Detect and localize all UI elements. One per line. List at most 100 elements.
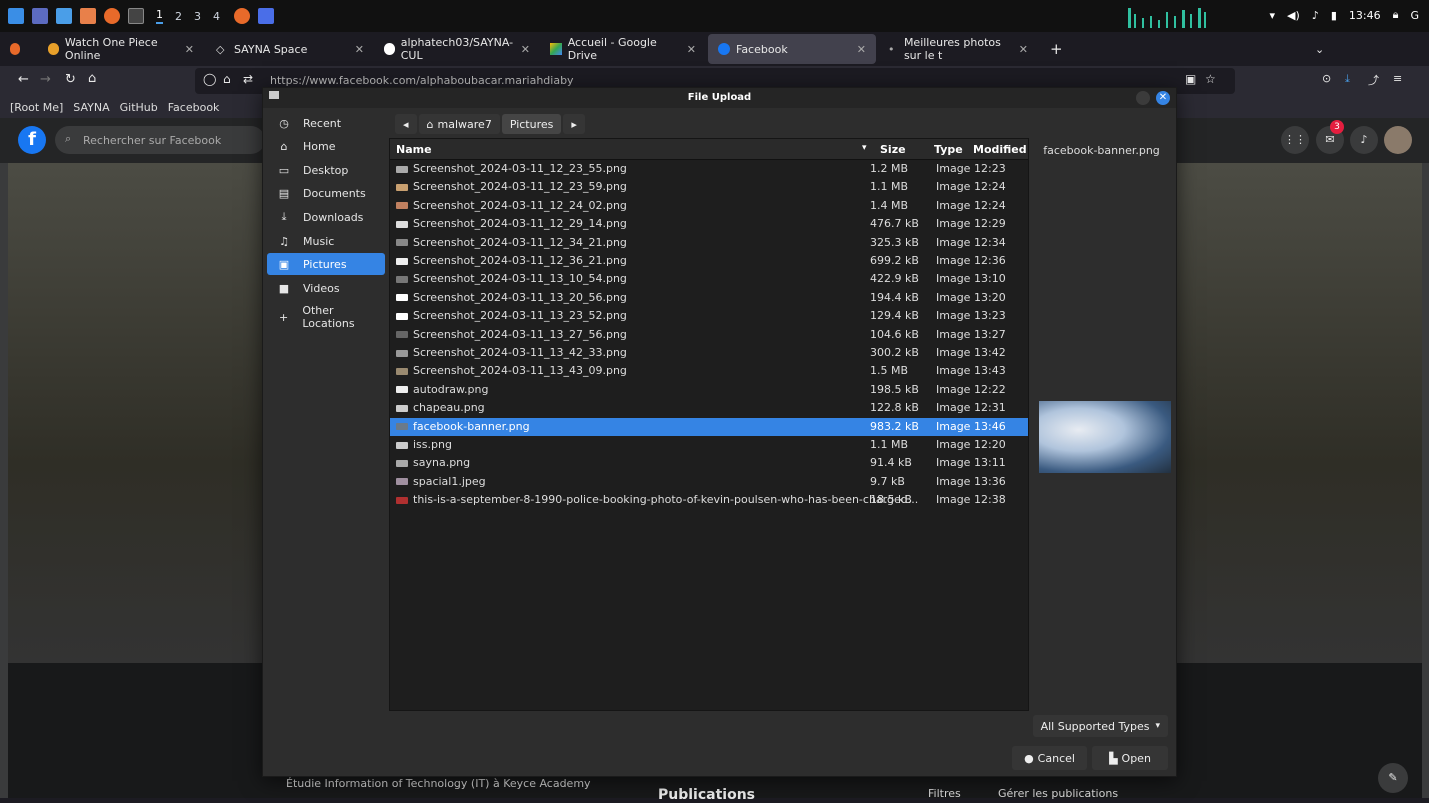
- task-icon[interactable]: [258, 8, 274, 24]
- close-tab-icon[interactable]: ✕: [521, 43, 530, 56]
- file-row[interactable]: Screenshot_2024-03-11_12_24_02.png 1.4 MB…: [390, 197, 1028, 215]
- file-row[interactable]: iss.png 1.1 MB Image 12:20: [390, 436, 1028, 454]
- bookmark-star-icon[interactable]: ☆: [1205, 72, 1216, 86]
- tab-best-photos[interactable]: • Meilleures photos sur le t ✕: [878, 34, 1038, 64]
- close-tab-icon[interactable]: ✕: [1019, 43, 1028, 56]
- url-text[interactable]: https://www.facebook.com/alphaboubacar.m…: [270, 74, 574, 87]
- volume-icon[interactable]: ◀): [1287, 9, 1300, 22]
- path-segment-pictures[interactable]: Pictures: [501, 114, 562, 134]
- file-row[interactable]: Screenshot_2024-03-11_13_27_56.png 104.6 …: [390, 326, 1028, 344]
- close-tab-icon[interactable]: ✕: [857, 43, 866, 56]
- firefox-icon[interactable]: [104, 8, 120, 24]
- file-row[interactable]: Screenshot_2024-03-11_13_10_54.png 422.9 …: [390, 270, 1028, 288]
- file-row[interactable]: spacial1.jpeg 9.7 kB Image 13:36: [390, 473, 1028, 491]
- notification-bell-icon[interactable]: ♪: [1312, 9, 1319, 22]
- back-icon[interactable]: ←: [18, 72, 29, 87]
- tab-one-piece[interactable]: Watch One Piece Online ✕: [38, 34, 204, 64]
- place-desktop[interactable]: ▭ Desktop: [267, 159, 385, 181]
- files-icon[interactable]: [56, 8, 72, 24]
- menu-icon[interactable]: ≡: [1393, 72, 1402, 85]
- place-recent[interactable]: ◷ Recent: [267, 112, 385, 134]
- file-row[interactable]: facebook-banner.png 983.2 kB Image 13:46: [390, 417, 1028, 436]
- window-icon[interactable]: [32, 8, 48, 24]
- notifications-bell-icon[interactable]: ♪: [1350, 126, 1378, 154]
- extensions-icon[interactable]: ⤴: [1368, 72, 1379, 88]
- facebook-logo-icon[interactable]: f: [18, 126, 46, 154]
- open-button[interactable]: ▙ Open: [1092, 746, 1168, 770]
- pocket-icon[interactable]: ⊙: [1322, 72, 1331, 85]
- file-row[interactable]: Screenshot_2024-03-11_13_23_52.png 129.4 …: [390, 307, 1028, 325]
- facebook-search-input[interactable]: ⌕ Rechercher sur Facebook: [55, 126, 265, 154]
- bookmark-sayna[interactable]: SAYNA: [73, 101, 109, 114]
- document-app-icon[interactable]: [80, 8, 96, 24]
- menu-grid-icon[interactable]: ⋮⋮: [1281, 126, 1309, 154]
- clock[interactable]: 13:46: [1349, 9, 1381, 22]
- close-tab-icon[interactable]: ✕: [185, 43, 194, 56]
- sort-arrow-icon[interactable]: ▾: [862, 143, 867, 153]
- file-row[interactable]: Screenshot_2024-03-11_12_29_14.png 476.7 …: [390, 215, 1028, 233]
- file-row[interactable]: autodraw.png 198.5 kB Image 12:22: [390, 381, 1028, 399]
- shield-icon[interactable]: ◯: [203, 72, 216, 86]
- close-tab-icon[interactable]: ✕: [355, 43, 364, 56]
- compose-icon[interactable]: ✎: [1378, 763, 1408, 793]
- home-icon[interactable]: ⌂: [88, 71, 96, 86]
- reader-view-icon[interactable]: ▣: [1185, 72, 1196, 86]
- filters-button[interactable]: Filtres: [928, 787, 961, 800]
- column-size[interactable]: Size: [880, 143, 906, 156]
- workspace-2[interactable]: 2: [175, 10, 182, 23]
- forward-icon[interactable]: →: [40, 72, 51, 87]
- column-modified[interactable]: Modified: [973, 143, 1027, 156]
- path-back-icon[interactable]: ◂: [395, 114, 417, 134]
- reload-icon[interactable]: ↻: [65, 72, 76, 87]
- file-row[interactable]: Screenshot_2024-03-11_12_23_55.png 1.2 MB…: [390, 160, 1028, 178]
- file-row[interactable]: Screenshot_2024-03-11_12_36_21.png 699.2 …: [390, 252, 1028, 270]
- tab-google-drive[interactable]: Accueil - Google Drive ✕: [540, 34, 706, 64]
- file-row[interactable]: Screenshot_2024-03-11_12_34_21.png 325.3 …: [390, 234, 1028, 252]
- tab-facebook[interactable]: Facebook ✕: [708, 34, 876, 64]
- cancel-button[interactable]: ● Cancel: [1012, 746, 1087, 770]
- lock-icon[interactable]: ⌂: [223, 72, 231, 86]
- file-row[interactable]: sayna.png 91.4 kB Image 13:11: [390, 454, 1028, 472]
- file-row[interactable]: Screenshot_2024-03-11_13_43_09.png 1.5 MB…: [390, 362, 1028, 380]
- close-tab-icon[interactable]: ✕: [687, 43, 696, 56]
- workspace-1[interactable]: 1: [156, 8, 163, 24]
- file-row[interactable]: chapeau.png 122.8 kB Image 12:31: [390, 399, 1028, 417]
- file-row[interactable]: Screenshot_2024-03-11_13_42_33.png 300.2 …: [390, 344, 1028, 362]
- bookmark-github[interactable]: GitHub: [120, 101, 158, 114]
- permissions-icon[interactable]: ⇄: [243, 72, 253, 86]
- column-type[interactable]: Type: [934, 143, 963, 156]
- firefox-view-button[interactable]: [0, 34, 36, 64]
- launcher-icon[interactable]: [8, 8, 24, 24]
- place-pictures[interactable]: ▣ Pictures: [267, 253, 385, 275]
- place-music[interactable]: ♫ Music: [267, 230, 385, 252]
- tab-sayna[interactable]: ◇ SAYNA Space ✕: [206, 34, 374, 64]
- minimize-icon[interactable]: [1136, 91, 1150, 105]
- place-videos[interactable]: ■ Videos: [267, 277, 385, 299]
- column-name[interactable]: Name: [396, 143, 432, 156]
- wifi-icon[interactable]: ▾: [1270, 9, 1276, 22]
- file-row[interactable]: Screenshot_2024-03-11_13_20_56.png 194.4 …: [390, 289, 1028, 307]
- place-documents[interactable]: ▤ Documents: [267, 182, 385, 204]
- place-other-locations[interactable]: + Other Locations: [267, 304, 385, 330]
- workspace-4[interactable]: 4: [213, 10, 220, 23]
- list-tabs-icon[interactable]: ⌄: [1305, 34, 1335, 64]
- downloads-icon[interactable]: ⤓: [1345, 72, 1350, 86]
- close-icon[interactable]: ✕: [1156, 91, 1170, 105]
- firefox-task-icon[interactable]: [234, 8, 250, 24]
- new-tab-button[interactable]: +: [1040, 34, 1070, 64]
- lock-icon[interactable]: 🔒︎: [1393, 8, 1399, 22]
- avatar[interactable]: [1384, 126, 1412, 154]
- manage-posts-button[interactable]: Gérer les publications: [998, 787, 1118, 800]
- file-row[interactable]: Screenshot_2024-03-11_12_23_59.png 1.1 MB…: [390, 178, 1028, 196]
- place-home[interactable]: ⌂ Home: [267, 135, 385, 157]
- terminal-icon[interactable]: [128, 8, 144, 24]
- place-downloads[interactable]: ⤓ Downloads: [267, 206, 385, 228]
- workspace-3[interactable]: 3: [194, 10, 201, 23]
- path-forward-icon[interactable]: ▸: [563, 114, 585, 134]
- path-segment-home[interactable]: ⌂ malware7: [418, 114, 500, 134]
- bookmark-facebook[interactable]: Facebook: [168, 101, 220, 114]
- file-row[interactable]: this-is-a-september-8-1990-police-bookin…: [390, 491, 1028, 509]
- file-type-filter[interactable]: All Supported Types ▾: [1032, 715, 1168, 737]
- tab-github[interactable]: alphatech03/SAYNA-CUL ✕: [374, 34, 540, 64]
- bookmark-rootme[interactable]: [Root Me]: [10, 101, 63, 114]
